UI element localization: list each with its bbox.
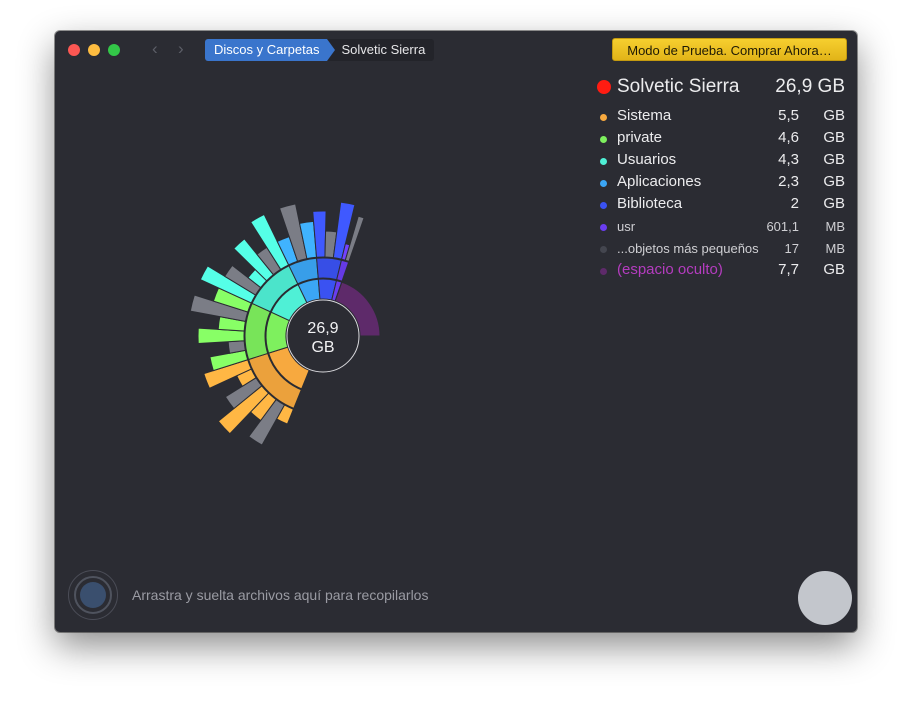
root-color-dot [597, 80, 611, 94]
legend-item-size: 4,6 [778, 129, 799, 146]
legend-item-size: 17 [784, 241, 799, 256]
legend-item[interactable]: Usuarios 4,3 GB [595, 150, 847, 172]
legend-total: 26,9 GB [775, 76, 845, 97]
legend-item-unit: GB [823, 151, 845, 168]
legend-dot [600, 224, 607, 231]
legend-item-label: ...objetos más pequeños [617, 241, 759, 256]
legend-item[interactable]: Sistema 5,5 GB [595, 106, 847, 128]
watermark-logo [798, 571, 852, 625]
legend-item-size: 2 [790, 195, 799, 212]
legend-item-label: Biblioteca [617, 195, 683, 212]
legend-item-size: 601,1 [766, 219, 799, 234]
center-value: 26,9 [307, 320, 338, 337]
legend-dot [600, 202, 607, 209]
legend-item-unit: GB [823, 107, 845, 124]
legend-dot [600, 114, 607, 121]
legend-item-size: 7,7 [778, 261, 799, 278]
legend-item-unit: MB [825, 219, 846, 234]
legend-item-label: Sistema [617, 107, 672, 124]
legend-item[interactable]: Aplicaciones 2,3 GB [595, 172, 847, 194]
legend-item-unit: GB [823, 261, 845, 278]
center-unit: GB [311, 339, 334, 356]
legend-item-unit: GB [823, 129, 845, 146]
legend-list: Sistema 5,5 GB private 4,6 GB Usuarios 4… [595, 106, 847, 282]
legend-item-label: (espacio oculto) [617, 261, 723, 278]
legend-title: Solvetic Sierra [617, 76, 740, 97]
legend-item-size: 2,3 [778, 173, 799, 190]
legend-item[interactable]: ...objetos más pequeños 17 MB [595, 238, 847, 260]
legend-item-label: usr [617, 219, 636, 234]
legend-item-unit: GB [823, 173, 845, 190]
legend-item-size: 4,3 [778, 151, 799, 168]
app-window: ‹ › Discos y Carpetas Solvetic Sierra Mo… [55, 31, 857, 632]
legend-panel: Solvetic Sierra 26,9 GB Sistema 5,5 GB p… [595, 74, 847, 282]
legend-item[interactable]: Biblioteca 2 GB [595, 194, 847, 216]
legend-item-label: private [617, 129, 663, 146]
legend-dot [600, 268, 607, 275]
legend-item-unit: GB [823, 195, 845, 212]
legend-item-label: Aplicaciones [617, 173, 702, 190]
legend-dot [600, 158, 607, 165]
drop-zone-hint: Arrastra y suelta archivos aquí para rec… [132, 587, 429, 603]
legend-header[interactable]: Solvetic Sierra 26,9 GB [595, 74, 847, 100]
legend-dot [600, 180, 607, 187]
legend-item-label: Usuarios [617, 151, 677, 168]
legend-dot [600, 136, 607, 143]
collector-drop-icon[interactable] [68, 570, 118, 620]
legend-dot [600, 246, 607, 253]
legend-item-unit: MB [825, 241, 846, 256]
legend-item[interactable]: usr 601,1 MB [595, 216, 847, 238]
legend-item[interactable]: private 4,6 GB [595, 128, 847, 150]
legend-item[interactable]: (espacio oculto) 7,7 GB [595, 260, 847, 282]
legend-item-size: 5,5 [778, 107, 799, 124]
